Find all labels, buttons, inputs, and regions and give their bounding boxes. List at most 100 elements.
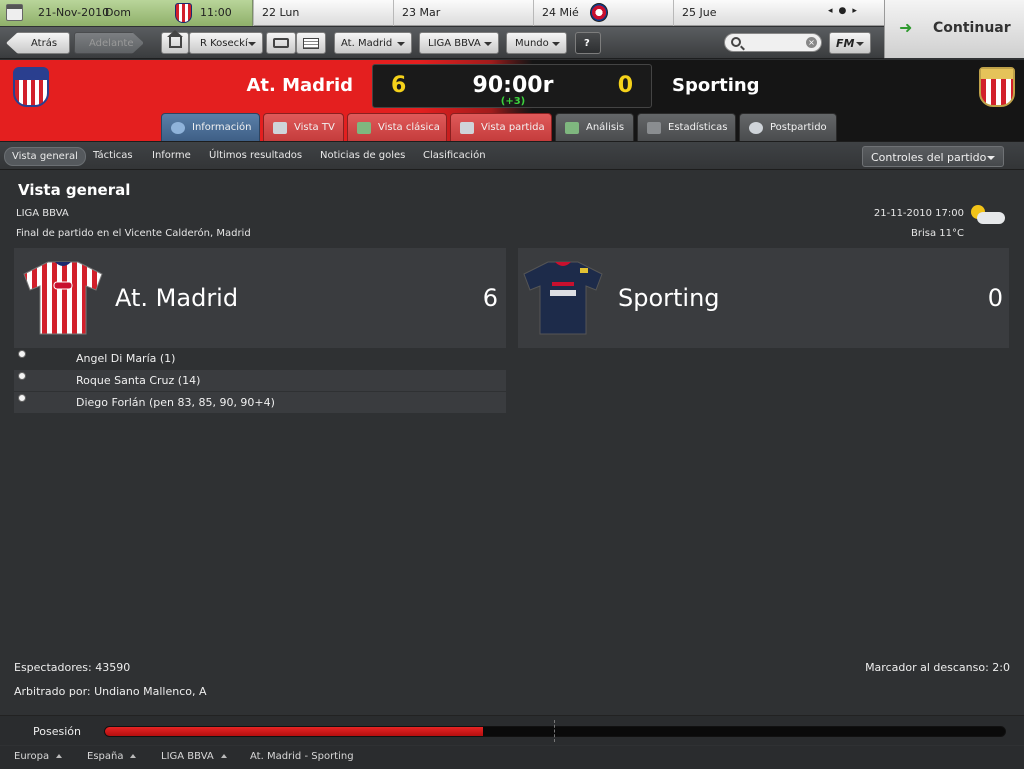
continue-button[interactable]: ➜ Continuar (884, 0, 1024, 58)
breadcrumb-label: At. Madrid - Sporting (250, 751, 354, 762)
breadcrumb-item[interactable]: At. Madrid - Sporting (250, 751, 354, 762)
weather-icon (968, 204, 1006, 226)
subnav-goal-news[interactable]: Noticias de goles (313, 147, 412, 166)
goal-scorer-text: Diego Forlán (pen 83, 85, 90, 90+4) (76, 396, 275, 409)
header-home-team[interactable]: At. Madrid (246, 75, 353, 96)
calendar-prev-icon[interactable]: ◂ (828, 6, 839, 16)
newspaper-icon (303, 38, 319, 49)
subnav-report[interactable]: Informe (145, 147, 198, 166)
calendar-today-dot-icon[interactable]: ● (839, 6, 853, 16)
calendar-day[interactable]: 23 Mar (393, 0, 533, 26)
header-away-team[interactable]: Sporting (672, 75, 760, 96)
chevron-down-icon (856, 42, 864, 46)
goal-scorer-row[interactable]: Diego Forlán (pen 83, 85, 90, 90+4) (14, 392, 506, 413)
tab-split-view[interactable]: Vista partida (450, 113, 552, 141)
tab-label: Análisis (586, 122, 625, 133)
calendar-day[interactable]: 24 Mié (533, 0, 673, 26)
search-input[interactable]: × (724, 33, 822, 52)
football-icon (18, 394, 26, 402)
tab-label: Postpartido (770, 122, 827, 133)
league-menu-label: LIGA BBVA (428, 38, 481, 49)
tab-postmatch[interactable]: Postpartido (739, 113, 837, 141)
subnav-overview[interactable]: Vista general (4, 147, 86, 166)
away-team-panel: Sporting 0 (518, 248, 1009, 348)
home-team-name[interactable]: At. Madrid (115, 284, 238, 312)
possession-home-fill (105, 727, 483, 736)
match-clock: 90:00r (472, 73, 554, 98)
possession-strip: Posesión (0, 715, 1024, 745)
away-crest-icon[interactable] (979, 67, 1015, 107)
subnav-latest-results[interactable]: Últimos resultados (202, 147, 309, 166)
news-button[interactable] (296, 32, 326, 54)
breadcrumb-item[interactable]: España (87, 751, 137, 762)
away-team-score: 0 (987, 284, 1003, 312)
forward-button[interactable]: Adelante (74, 32, 144, 54)
tab-statistics[interactable]: Estadísticas (637, 113, 736, 141)
clear-search-icon[interactable]: × (806, 37, 817, 48)
home-shirt-icon (23, 261, 103, 335)
goal-scorer-row[interactable]: Roque Santa Cruz (14) (14, 370, 506, 391)
home-team-panel: At. Madrid 6 (14, 248, 506, 348)
tab-information[interactable]: Información (161, 113, 260, 141)
breadcrumb-label: Europa (14, 751, 50, 762)
caret-up-icon (56, 754, 63, 758)
goal-scorer-row[interactable]: Angel Di María (1) (14, 348, 506, 369)
club-menu-label: At. Madrid (341, 38, 393, 49)
opponent-crest-icon (590, 3, 608, 22)
analysis-icon (565, 122, 579, 134)
tab-tv-view[interactable]: Vista TV (263, 113, 344, 141)
goal-scorer-text: Angel Di María (1) (76, 352, 176, 365)
tab-label: Información (192, 122, 252, 133)
calendar-day[interactable]: 22 Lun (253, 0, 393, 26)
tab-analysis[interactable]: Análisis (555, 113, 634, 141)
competition-name[interactable]: LIGA BBVA (16, 208, 69, 219)
inbox-icon (273, 38, 289, 48)
breadcrumb-item[interactable]: Europa (14, 751, 63, 762)
tab-label: Vista clásica (378, 122, 440, 133)
caret-up-icon (220, 754, 227, 758)
away-shirt-icon (523, 261, 603, 335)
stats-icon (647, 122, 661, 134)
calendar-day-label: 23 Mar (402, 6, 441, 19)
home-icon (167, 30, 183, 48)
breadcrumb-item[interactable]: LIGA BBVA (161, 751, 227, 762)
calendar-day-label: 25 Jue (682, 6, 717, 19)
manager-menu[interactable]: R Koseckí (189, 32, 263, 54)
chevron-down-icon (397, 42, 405, 46)
sub-navigation: Vista general Tácticas Informe Últimos r… (0, 141, 1024, 170)
split-view-icon (460, 122, 474, 134)
info-icon (171, 122, 185, 134)
breadcrumb-label: España (87, 751, 124, 762)
chevron-down-icon (248, 42, 256, 46)
calendar-bar: 21-Nov-2010 Dom 11:00 22 Lun 23 Mar 24 M… (0, 0, 884, 26)
calendar-day[interactable]: 25 Jue (673, 0, 821, 26)
subnav-tactics[interactable]: Tácticas (86, 147, 140, 166)
football-icon (18, 372, 26, 380)
league-menu[interactable]: LIGA BBVA (419, 32, 499, 54)
chevron-down-icon (987, 156, 995, 160)
match-controls-menu[interactable]: Controles del partido (862, 146, 1004, 167)
header-away-score: 0 (617, 73, 633, 98)
home-button[interactable] (161, 30, 189, 54)
world-menu[interactable]: Mundo (506, 32, 567, 54)
chevron-down-icon (552, 42, 560, 46)
away-team-name[interactable]: Sporting (618, 284, 720, 312)
home-crest-icon[interactable] (13, 67, 49, 107)
pitch-icon (357, 122, 371, 134)
breadcrumb: Europa España LIGA BBVA At. Madrid - Spo… (0, 746, 1024, 769)
continue-arrow-icon: ➜ (899, 18, 913, 37)
calendar-next-icon[interactable]: ▸ (852, 6, 863, 16)
calendar-today[interactable]: 21-Nov-2010 Dom 11:00 (0, 0, 253, 26)
inbox-button[interactable] (266, 32, 296, 54)
subnav-standings[interactable]: Clasificación (416, 147, 493, 166)
club-menu[interactable]: At. Madrid (334, 32, 412, 54)
calendar-time: 11:00 (200, 6, 232, 19)
football-icon (18, 350, 26, 358)
back-button[interactable]: Atrás (6, 32, 70, 54)
tab-classic-view[interactable]: Vista clásica (347, 113, 447, 141)
fm-menu[interactable]: FM (829, 32, 871, 54)
calendar-day-label: 22 Lun (262, 6, 300, 19)
help-button[interactable]: ? (575, 32, 601, 54)
calendar-icon[interactable] (6, 4, 23, 21)
goal-scorer-text: Roque Santa Cruz (14) (76, 374, 201, 387)
